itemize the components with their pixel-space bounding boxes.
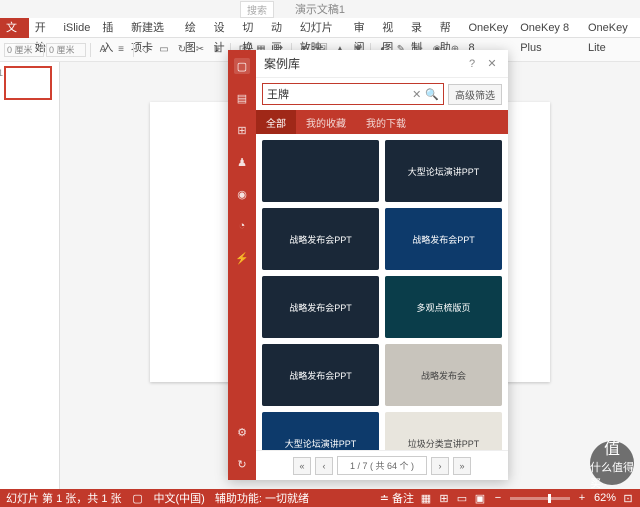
- template-card[interactable]: 垃圾分类宣讲PPT: [385, 412, 502, 450]
- menubar: 文件开始iSlide插入新建选项卡绘图设计切换动画幻灯片放映审阅视图录制帮助On…: [0, 18, 640, 38]
- close-icon[interactable]: ✕: [484, 56, 500, 72]
- menu-OneKey 8[interactable]: OneKey 8: [462, 18, 514, 38]
- search-input[interactable]: [267, 88, 412, 100]
- panel-tab[interactable]: 我的下载: [356, 110, 416, 134]
- menu-切换[interactable]: 切换: [236, 18, 265, 38]
- slideshow-view-icon[interactable]: ▣: [474, 492, 486, 504]
- org-icon[interactable]: ♟: [234, 154, 250, 170]
- menu-OneKey 8 Plus[interactable]: OneKey 8 Plus: [514, 18, 582, 38]
- template-card[interactable]: 大型论坛演讲PPT: [385, 140, 502, 202]
- panel-tab[interactable]: 全部: [256, 110, 296, 134]
- settings-icon[interactable]: ⚙: [234, 424, 250, 440]
- case-library-panel: ▢ ▤ ⊞ ♟ ◉ ◔ ⚡ ⚙ ↻ 案例库 ? ✕ ✕ 🔍 高级筛选 全部我的收…: [228, 50, 508, 480]
- panel-sidebar: ▢ ▤ ⊞ ♟ ◉ ◔ ⚡ ⚙ ↻: [228, 50, 256, 480]
- titlebar: 演示文稿1 搜索: [0, 0, 640, 18]
- prev-page-button[interactable]: ‹: [315, 457, 333, 475]
- font-color-icon[interactable]: A: [95, 42, 111, 58]
- clear-icon[interactable]: ✕: [412, 88, 421, 101]
- menu-新建选项卡[interactable]: 新建选项卡: [125, 18, 179, 38]
- slide-counter: 幻灯片 第 1 张，共 1 张: [6, 490, 122, 506]
- menu-文件[interactable]: 文件: [0, 18, 29, 38]
- watermark-badge: 值 什么值得买: [590, 441, 634, 485]
- layout-icon[interactable]: ▤: [234, 90, 250, 106]
- template-card[interactable]: 大型论坛演讲PPT: [262, 412, 379, 450]
- panel-search-row: ✕ 🔍 高级筛选: [256, 78, 508, 110]
- zoom-in-icon[interactable]: +: [576, 492, 588, 504]
- menu-开始[interactable]: 开始: [29, 18, 58, 38]
- panel-main: 案例库 ? ✕ ✕ 🔍 高级筛选 全部我的收藏我的下载 大型论坛演讲PPT战略发…: [256, 50, 508, 480]
- fill-icon[interactable]: ▭: [156, 42, 172, 58]
- pager: « ‹ 1 / 7 ( 共 64 个 ) › »: [256, 450, 508, 480]
- search-box[interactable]: ✕ 🔍: [262, 83, 444, 105]
- template-card[interactable]: 战略发布会PPT: [385, 208, 502, 270]
- search-icon[interactable]: 🔍: [425, 88, 439, 101]
- sync-icon[interactable]: ↻: [234, 456, 250, 472]
- menu-审阅[interactable]: 审阅: [348, 18, 377, 38]
- panel-title: 案例库: [264, 55, 460, 72]
- menu-iSlide[interactable]: iSlide: [57, 18, 96, 38]
- grid-icon[interactable]: ⊞: [234, 122, 250, 138]
- sorter-view-icon[interactable]: ⊞: [438, 492, 450, 504]
- crop-icon[interactable]: ✂: [192, 42, 208, 58]
- zoom-level[interactable]: 62%: [594, 492, 616, 504]
- list-icon[interactable]: ≡: [113, 42, 129, 58]
- menu-设计[interactable]: 设计: [208, 18, 237, 38]
- rotate-icon[interactable]: ↻: [174, 42, 190, 58]
- globe-icon[interactable]: ◉: [234, 186, 250, 202]
- spell-icon[interactable]: ▢: [132, 492, 144, 504]
- menu-录制[interactable]: 录制: [405, 18, 434, 38]
- menu-绘图[interactable]: 绘图: [179, 18, 208, 38]
- chart-icon[interactable]: ◔: [234, 218, 250, 234]
- first-page-button[interactable]: «: [293, 457, 311, 475]
- menu-动画[interactable]: 动画: [265, 18, 294, 38]
- slide-thumbnail[interactable]: [4, 66, 52, 100]
- template-card[interactable]: 战略发布会PPT: [262, 344, 379, 406]
- template-card[interactable]: 战略发布会PPT: [262, 276, 379, 338]
- template-card[interactable]: 战略发布会PPT: [262, 208, 379, 270]
- next-page-button[interactable]: ›: [431, 457, 449, 475]
- zoom-slider[interactable]: [510, 497, 570, 500]
- template-card[interactable]: 多观点梳版页: [385, 276, 502, 338]
- title-search[interactable]: 搜索: [240, 1, 274, 18]
- statusbar: 幻灯片 第 1 张，共 1 张 ▢ 中文(中国) 辅助功能: 一切就绪 ≐ 备注…: [0, 489, 640, 507]
- accessibility-label[interactable]: 辅助功能: 一切就绪: [215, 490, 309, 506]
- panel-header: 案例库 ? ✕: [256, 50, 508, 78]
- template-card[interactable]: [262, 140, 379, 202]
- menu-插入[interactable]: 插入: [96, 18, 125, 38]
- menu-帮助[interactable]: 帮助: [434, 18, 463, 38]
- height-box[interactable]: 0 厘米: [46, 43, 86, 57]
- gallery[interactable]: 大型论坛演讲PPT战略发布会PPT战略发布会PPT战略发布会PPT多观点梳版页战…: [256, 134, 508, 450]
- panel-tabs: 全部我的收藏我的下载: [256, 110, 508, 134]
- notes-button[interactable]: ≐ 备注: [380, 490, 414, 506]
- menu-幻灯片放映[interactable]: 幻灯片放映: [294, 18, 348, 38]
- reading-view-icon[interactable]: ▭: [456, 492, 468, 504]
- shape-icon[interactable]: ◇: [138, 42, 154, 58]
- menu-OneKey Lite[interactable]: OneKey Lite: [582, 18, 640, 38]
- page-info: 1 / 7 ( 共 64 个 ): [337, 456, 427, 475]
- rocket-icon[interactable]: ⚡: [234, 250, 250, 266]
- panel-tab[interactable]: 我的收藏: [296, 110, 356, 134]
- bookmark-icon[interactable]: ▢: [234, 58, 250, 74]
- width-box[interactable]: 0 厘米: [4, 43, 44, 57]
- menu-视图[interactable]: 视图: [376, 18, 405, 38]
- doc-title: 演示文稿1: [295, 1, 345, 17]
- zoom-out-icon[interactable]: −: [492, 492, 504, 504]
- template-card[interactable]: 战略发布会: [385, 344, 502, 406]
- last-page-button[interactable]: »: [453, 457, 471, 475]
- language-label[interactable]: 中文(中国): [154, 490, 205, 506]
- normal-view-icon[interactable]: ▦: [420, 492, 432, 504]
- advanced-filter-button[interactable]: 高级筛选: [448, 84, 502, 105]
- help-icon[interactable]: ?: [464, 56, 480, 72]
- align-icon[interactable]: ⊞: [210, 42, 226, 58]
- fit-icon[interactable]: ⊡: [622, 492, 634, 504]
- thumbnail-pane[interactable]: [0, 62, 60, 489]
